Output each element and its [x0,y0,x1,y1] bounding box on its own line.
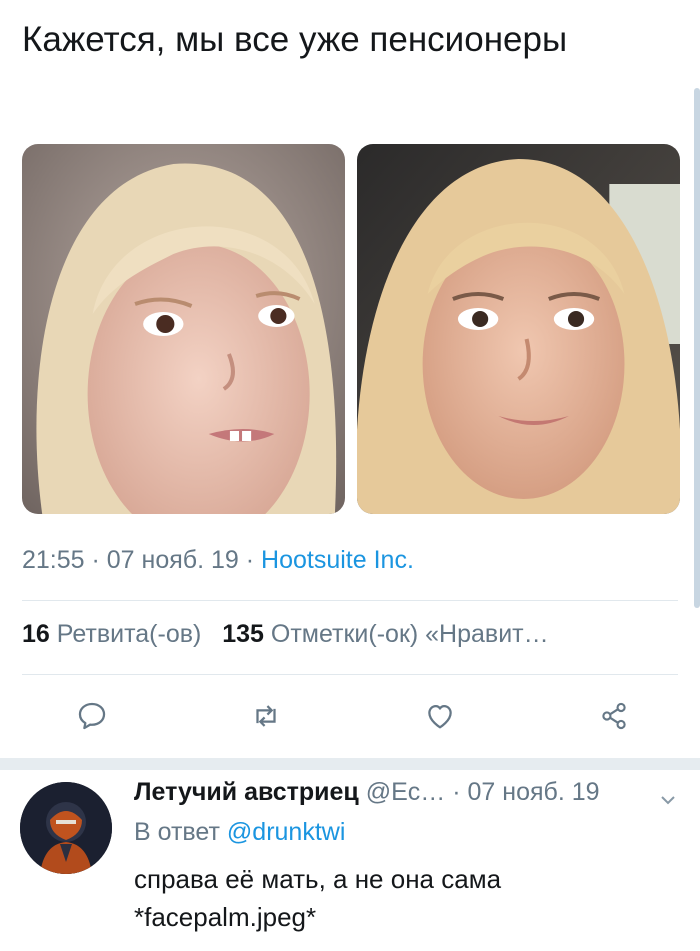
reply-date: 07 нояб. 19 [467,778,600,806]
divider [22,600,678,601]
mention-link[interactable]: @drunktwi [227,818,345,846]
reply-text-line: *facepalm.jpeg* [134,902,317,932]
reply-separator: · [445,778,468,806]
section-divider [0,758,700,770]
divider [22,674,678,675]
child-photo-image [22,144,345,514]
share-icon [602,702,626,730]
share-button[interactable] [588,690,640,742]
in-reply-label: В ответ [134,818,227,846]
tweet-stats[interactable]: 16 Ретвита(-ов) 135 Отметки(-ок) «Нравит… [22,620,672,649]
photo-right[interactable] [357,144,680,514]
avatar-image [20,782,112,874]
avatar[interactable] [20,782,112,874]
tweet-meta: 21:55 · 07 нояб. 19 · Hootsuite Inc. [22,546,414,575]
in-reply-to: В ответ @drunktwi [134,818,345,847]
reply-header: Летучий австриец @Ec… · 07 нояб. 19 [134,778,654,807]
tweet-date: 07 нояб. 19 [106,546,239,574]
reply-button[interactable] [66,690,118,742]
tweet-text: Кажется, мы все уже пенсионеры [22,20,568,59]
meta-separator: · [84,546,107,574]
chevron-down-icon[interactable] [658,790,678,810]
reply-author-handle[interactable]: @Ec… [366,778,446,806]
tweet-media[interactable] [22,144,680,514]
photo-left[interactable] [22,144,345,514]
reply-tweet[interactable]: Летучий австриец @Ec… · 07 нояб. 19 В от… [0,770,700,951]
reply-icon [78,702,106,730]
like-label[interactable]: Отметки(-ок) «Нравит… [271,620,549,648]
tweet-time: 21:55 [22,546,85,574]
retweet-label[interactable]: Ретвита(-ов) [57,620,202,648]
reply-author-name[interactable]: Летучий австриец [134,778,359,806]
scrollbar[interactable] [694,88,700,608]
reply-text: справа её мать, а не она сама *facepalm.… [134,860,674,936]
retweet-icon [256,705,276,727]
meta-separator: · [238,546,262,574]
like-button[interactable] [414,690,466,742]
tweet-actions [22,690,672,742]
retweet-count[interactable]: 16 [22,620,50,648]
woman-photo-image [357,144,680,514]
retweet-button[interactable] [240,690,292,742]
like-icon [428,704,452,729]
reply-text-line: справа её мать, а не она сама [134,864,502,894]
tweet-source-link[interactable]: Hootsuite Inc. [261,546,414,574]
like-count[interactable]: 135 [222,620,264,648]
